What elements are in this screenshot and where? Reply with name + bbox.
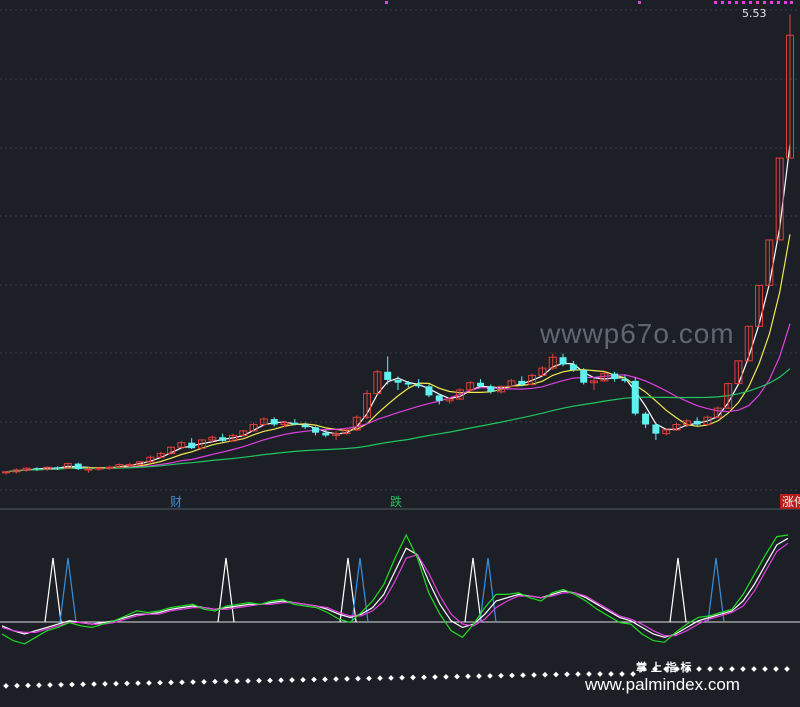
event-label-0: 财: [170, 495, 182, 509]
candle-body-38: [394, 379, 402, 383]
candle-body-54: [559, 357, 567, 365]
candle-body-18: [188, 442, 196, 449]
candle-body-63: [652, 424, 660, 434]
top-marker-5: [735, 1, 738, 4]
top-marker-9: [763, 1, 766, 4]
top-marker-8: [756, 1, 759, 4]
candle-body-7: [74, 463, 82, 470]
event-label-2: 涨停: [782, 494, 800, 509]
candle-body-39: [404, 382, 412, 385]
candle-body-5: [54, 467, 62, 469]
watermark-center: wwwp67o.com: [539, 318, 735, 349]
candle-body-12: [125, 464, 134, 467]
candle-body-28: [291, 422, 299, 425]
top-marker-10: [770, 1, 773, 4]
candle-body-8: [84, 468, 93, 471]
candle-body-46: [477, 382, 485, 387]
event-label-1: 跌: [390, 494, 402, 509]
top-marker-0: [385, 1, 388, 4]
price-label: 5.53: [742, 7, 767, 20]
candle-body-47: [487, 386, 495, 392]
candle-body-62: [642, 413, 650, 425]
candle-body-61: [631, 380, 639, 414]
candle-body-26: [270, 419, 278, 425]
candle-body-55: [569, 364, 577, 370]
candle-body-37: [384, 371, 392, 380]
candle-body-40: [415, 384, 423, 387]
candle-body-21: [219, 437, 227, 441]
watermark-brand-url: www.palmindex.com: [584, 675, 740, 694]
candle-body-30: [311, 427, 319, 433]
top-marker-3: [721, 1, 724, 4]
candle-body-50: [518, 380, 526, 385]
top-marker-12: [784, 1, 787, 4]
candle-body-0: [2, 471, 10, 474]
candle-body-67: [693, 420, 701, 425]
top-marker-11: [777, 1, 780, 4]
top-marker-2: [714, 1, 717, 4]
top-marker-7: [749, 1, 752, 4]
candle-body-31: [322, 432, 330, 436]
candle-body-3: [33, 468, 41, 470]
candle-body-10: [105, 466, 114, 469]
candle-body-42: [435, 395, 443, 401]
candle-body-56: [580, 369, 588, 383]
top-marker-1: [638, 1, 641, 4]
candle-body-59: [611, 373, 619, 380]
candle-body-9: [94, 467, 103, 470]
candle-body-60: [621, 379, 629, 381]
candle-body-29: [301, 424, 309, 428]
watermark-brand-cn: 掌 上 指 标: [636, 660, 692, 674]
top-marker-13: [790, 1, 793, 4]
top-marker-6: [742, 1, 745, 4]
top-marker-4: [728, 1, 731, 4]
candle-body-41: [425, 386, 433, 396]
stock-chart: 5.53 财 跌 涨停 wwwp67o.com 掌 上 指 标 www.palmin…: [0, 0, 800, 707]
